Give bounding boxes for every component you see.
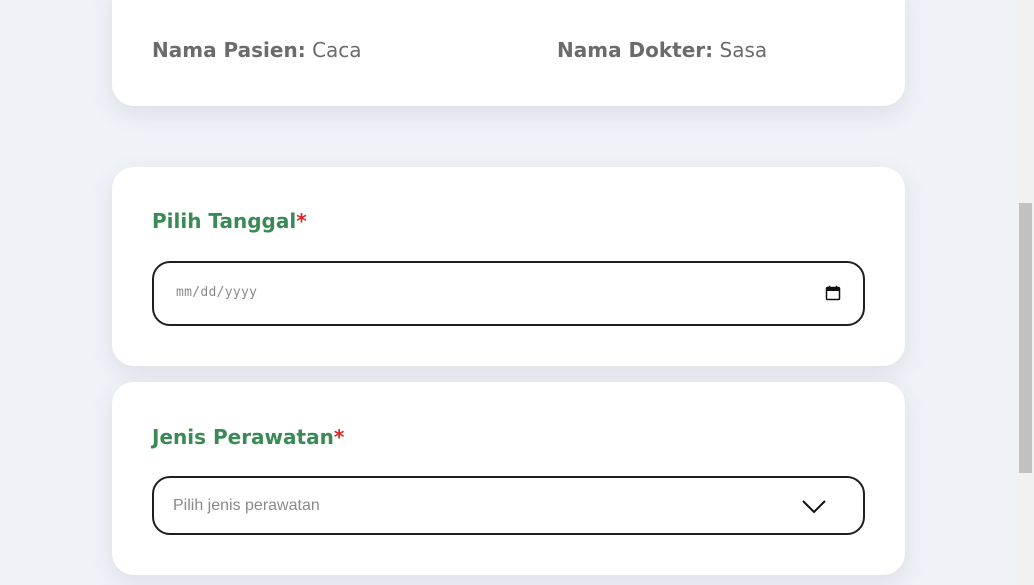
- patient-info-card: Nama Pasien: Caca Nama Dokter: Sasa: [112, 0, 905, 106]
- required-mark: *: [296, 209, 307, 233]
- treatment-field-label: Jenis Perawatan*: [152, 425, 344, 449]
- treatment-label-text: Jenis Perawatan: [152, 425, 334, 449]
- doctor-name-info: Nama Dokter: Sasa: [557, 38, 767, 62]
- vertical-scrollbar[interactable]: [1017, 0, 1034, 585]
- scrollbar-thumb[interactable]: [1019, 203, 1032, 473]
- calendar-icon[interactable]: [825, 285, 841, 301]
- date-placeholder: mm/dd/yyyy: [176, 285, 258, 300]
- date-selection-card: Pilih Tanggal* mm/dd/yyyy: [112, 167, 905, 366]
- date-field-label: Pilih Tanggal*: [152, 209, 307, 233]
- date-input[interactable]: mm/dd/yyyy: [152, 261, 865, 326]
- doctor-name-value: Sasa: [719, 38, 768, 62]
- patient-name-value: Caca: [312, 38, 362, 62]
- treatment-type-card: Jenis Perawatan* Pilih jenis perawatan: [112, 382, 905, 575]
- treatment-type-select[interactable]: Pilih jenis perawatan: [152, 476, 865, 535]
- chevron-down-icon[interactable]: [801, 497, 827, 515]
- required-mark: *: [333, 425, 345, 449]
- patient-name-label: Nama Pasien:: [152, 38, 306, 62]
- doctor-name-label: Nama Dokter:: [557, 38, 714, 62]
- date-label-text: Pilih Tanggal: [152, 209, 297, 233]
- appointment-form-page: Nama Pasien: Caca Nama Dokter: Sasa Pili…: [0, 0, 1034, 585]
- treatment-select-placeholder: Pilih jenis perawatan: [173, 497, 320, 514]
- patient-name-info: Nama Pasien: Caca: [152, 38, 362, 62]
